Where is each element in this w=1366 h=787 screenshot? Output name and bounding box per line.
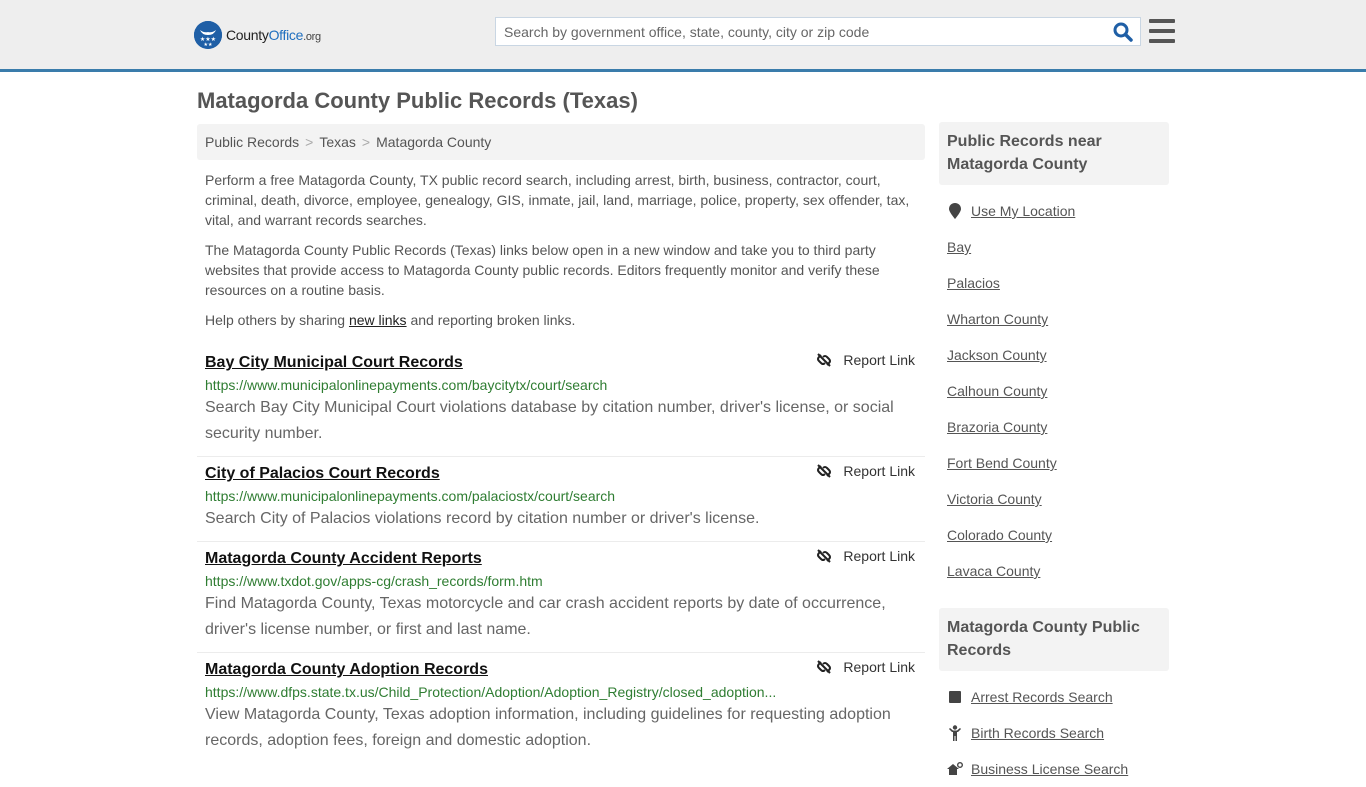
record-description: Find Matagorda County, Texas motorcycle … (205, 595, 886, 638)
site-logo[interactable]: ★★★ ★★ CountyOffice.org (194, 21, 321, 49)
record-description: View Matagorda County, Texas adoption in… (205, 706, 891, 749)
business-license-search-link[interactable]: Business License Search (971, 761, 1128, 777)
breadcrumb-separator: > (361, 134, 371, 150)
nearby-link-calhoun-county[interactable]: Calhoun County (947, 383, 1047, 399)
use-my-location-link[interactable]: Use My Location (971, 203, 1075, 219)
nearby-item: Colorado County (947, 517, 1161, 553)
report-link-button[interactable]: Report Link (816, 352, 915, 368)
record-url[interactable]: https://www.txdot.gov/apps-cg/crash_reco… (205, 572, 785, 590)
nearby-item: Victoria County (947, 481, 1161, 517)
record-item: Bay City Municipal Court Records Report … (197, 346, 925, 457)
birth-records-search-link[interactable]: Birth Records Search (971, 725, 1104, 741)
menu-bar (1149, 19, 1175, 23)
record-url[interactable]: https://www.municipalonlinepayments.com/… (205, 376, 785, 394)
eagle-stars-icon: ★★★ ★★ (194, 21, 222, 49)
sidebar-nearby: Public Records near Matagorda County Use… (939, 122, 1169, 589)
report-link-button[interactable]: Report Link (816, 463, 915, 479)
record-description: Search City of Palacios violations recor… (205, 510, 760, 527)
breadcrumb-public-records[interactable]: Public Records (205, 134, 299, 150)
broken-link-icon (817, 353, 832, 367)
nearby-link-jackson-county[interactable]: Jackson County (947, 347, 1047, 363)
record-title-link[interactable]: Matagorda County Accident Reports (205, 548, 482, 570)
sidebar-nearby-heading: Public Records near Matagorda County (939, 122, 1169, 185)
child-icon (947, 725, 963, 741)
svg-text:★★: ★★ (204, 42, 213, 48)
nearby-item: Jackson County (947, 337, 1161, 373)
nearby-link-wharton-county[interactable]: Wharton County (947, 311, 1048, 327)
record-title-link[interactable]: Matagorda County Adoption Records (205, 659, 488, 681)
nearby-link-brazoria-county[interactable]: Brazoria County (947, 419, 1047, 435)
nearby-item: Brazoria County (947, 409, 1161, 445)
nearby-item: Wharton County (947, 301, 1161, 337)
records-list: Bay City Municipal Court Records Report … (197, 346, 925, 763)
intro-text: Perform a free Matagorda County, TX publ… (205, 170, 917, 340)
intro-paragraph-1: Perform a free Matagorda County, TX publ… (205, 172, 910, 228)
broken-link-icon (817, 464, 832, 478)
intro-paragraph-2: The Matagorda County Public Records (Tex… (205, 242, 880, 298)
nearby-link-victoria-county[interactable]: Victoria County (947, 491, 1042, 507)
report-link-button[interactable]: Report Link (816, 659, 915, 675)
square-icon (947, 691, 963, 703)
map-pin-icon (947, 203, 963, 219)
search-button[interactable] (1106, 18, 1140, 45)
record-description: Search Bay City Municipal Court violatio… (205, 399, 894, 442)
search-bar (495, 17, 1141, 46)
record-title-link[interactable]: Bay City Municipal Court Records (205, 352, 463, 374)
county-record-item: Birth Records Search (947, 715, 1161, 751)
record-item: Matagorda County Accident Reports Report… (197, 542, 925, 653)
nearby-list: Use My Location Bay Palacios Wharton Cou… (939, 185, 1169, 589)
nearby-item: Lavaca County (947, 553, 1161, 589)
arrest-records-search-link[interactable]: Arrest Records Search (971, 689, 1113, 705)
county-record-item: Business License Search (947, 751, 1161, 787)
search-input[interactable] (496, 18, 1106, 45)
nearby-link-lavaca-county[interactable]: Lavaca County (947, 563, 1040, 579)
page-title: Matagorda County Public Records (Texas) (197, 88, 638, 113)
logo-text: CountyOffice.org (226, 27, 321, 43)
record-title-link[interactable]: City of Palacios Court Records (205, 463, 440, 485)
site-header: ★★★ ★★ CountyOffice.org (0, 0, 1366, 72)
use-location-item: Use My Location (947, 193, 1161, 229)
nearby-link-palacios[interactable]: Palacios (947, 275, 1000, 291)
breadcrumb: Public Records > Texas > Matagorda County (197, 124, 925, 160)
nearby-item: Calhoun County (947, 373, 1161, 409)
nearby-item: Palacios (947, 265, 1161, 301)
record-url[interactable]: https://www.municipalonlinepayments.com/… (205, 487, 785, 505)
breadcrumb-texas[interactable]: Texas (319, 134, 356, 150)
county-records-list: Arrest Records Search Birth Records Sear… (939, 671, 1169, 787)
intro-paragraph-3: Help others by sharing new links and rep… (205, 312, 576, 328)
breadcrumb-separator: > (305, 134, 314, 150)
report-link-button[interactable]: Report Link (816, 548, 915, 564)
nearby-item: Bay (947, 229, 1161, 265)
broken-link-icon (817, 549, 832, 563)
record-item: City of Palacios Court Records Report Li… (197, 457, 925, 542)
broken-link-icon (817, 660, 832, 674)
menu-bar (1149, 29, 1175, 33)
nearby-link-colorado-county[interactable]: Colorado County (947, 527, 1052, 543)
breadcrumb-current: Matagorda County (376, 134, 492, 150)
nearby-link-bay[interactable]: Bay (947, 239, 971, 255)
record-item: Matagorda County Adoption Records Report… (197, 653, 925, 763)
county-record-item: Arrest Records Search (947, 679, 1161, 715)
hamburger-menu-button[interactable] (1149, 19, 1175, 43)
nearby-item: Fort Bend County (947, 445, 1161, 481)
record-url[interactable]: https://www.dfps.state.tx.us/Child_Prote… (205, 683, 785, 701)
search-icon (1113, 22, 1133, 42)
new-links-link[interactable]: new links (349, 312, 407, 328)
nearby-link-fort-bend-county[interactable]: Fort Bend County (947, 455, 1057, 471)
sidebar-county-records: Matagorda County Public Records Arrest R… (939, 608, 1169, 787)
sidebar-county-records-heading: Matagorda County Public Records (939, 608, 1169, 671)
business-icon (947, 762, 963, 776)
menu-bar (1149, 39, 1175, 43)
